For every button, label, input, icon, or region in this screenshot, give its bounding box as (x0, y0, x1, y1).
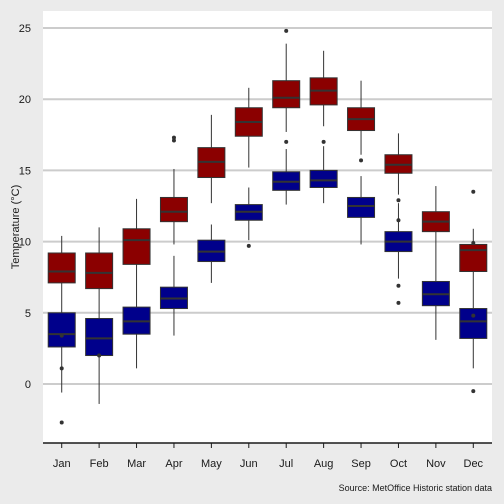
x-tick-label: Oct (390, 458, 407, 470)
outlier-point (359, 158, 364, 163)
x-axis: Jan Feb Mar Apr May Jun Jul Aug Sep Oct Nov Dec (43, 442, 492, 470)
outlier-point (471, 313, 476, 318)
x-tick-label: Jan (53, 458, 71, 470)
box-iqr (459, 308, 488, 339)
x-tick-label: Nov (426, 458, 446, 470)
box-iqr (309, 169, 338, 188)
box-iqr (85, 317, 114, 357)
outlier-point (97, 353, 102, 358)
x-tick-label: Jul (279, 458, 293, 470)
outlier-point (471, 189, 476, 194)
x-tick-label: Aug (314, 458, 334, 470)
x-tick-label: Feb (90, 458, 109, 470)
box-iqr (347, 196, 376, 218)
box-iqr (272, 80, 301, 109)
box-iqr (159, 196, 188, 223)
outlier-point (171, 135, 176, 140)
x-tick-label: Jun (240, 458, 258, 470)
x-tick-label: May (201, 458, 222, 470)
x-tick-label: Sep (351, 458, 371, 470)
y-tick-label: 15 (19, 165, 31, 177)
box-iqr (459, 243, 488, 273)
box-iqr (47, 312, 76, 348)
source-caption: Source: MetOffice Historic station data (339, 483, 492, 493)
y-tick-label: 0 (25, 379, 31, 391)
outlier-point (59, 333, 64, 338)
box-iqr (85, 252, 114, 290)
outlier-point (284, 28, 289, 33)
outlier-point (396, 300, 401, 305)
outlier-point (396, 283, 401, 288)
box-iqr (122, 228, 151, 265)
outlier-point (246, 243, 251, 248)
outlier-point (321, 139, 326, 144)
outlier-point (59, 420, 64, 425)
x-tick-label: Mar (127, 458, 146, 470)
y-tick-label: 5 (25, 308, 31, 320)
y-tick-label: 20 (19, 94, 31, 106)
outlier-point (396, 198, 401, 203)
boxplot-chart: 0510152025 Jan Feb Mar Apr May Jun Jul Aug Sep Oc… (10, 11, 492, 493)
outlier-point (471, 389, 476, 394)
y-axis-title: Temperature (°C) (10, 185, 22, 269)
outlier-point (59, 366, 64, 371)
y-tick-label: 25 (19, 23, 31, 35)
outlier-point (396, 218, 401, 223)
x-tick-label: Dec (464, 458, 484, 470)
box-iqr (47, 252, 76, 284)
x-tick-label: Apr (165, 458, 182, 470)
outlier-point (284, 139, 289, 144)
outlier-point (471, 241, 476, 246)
